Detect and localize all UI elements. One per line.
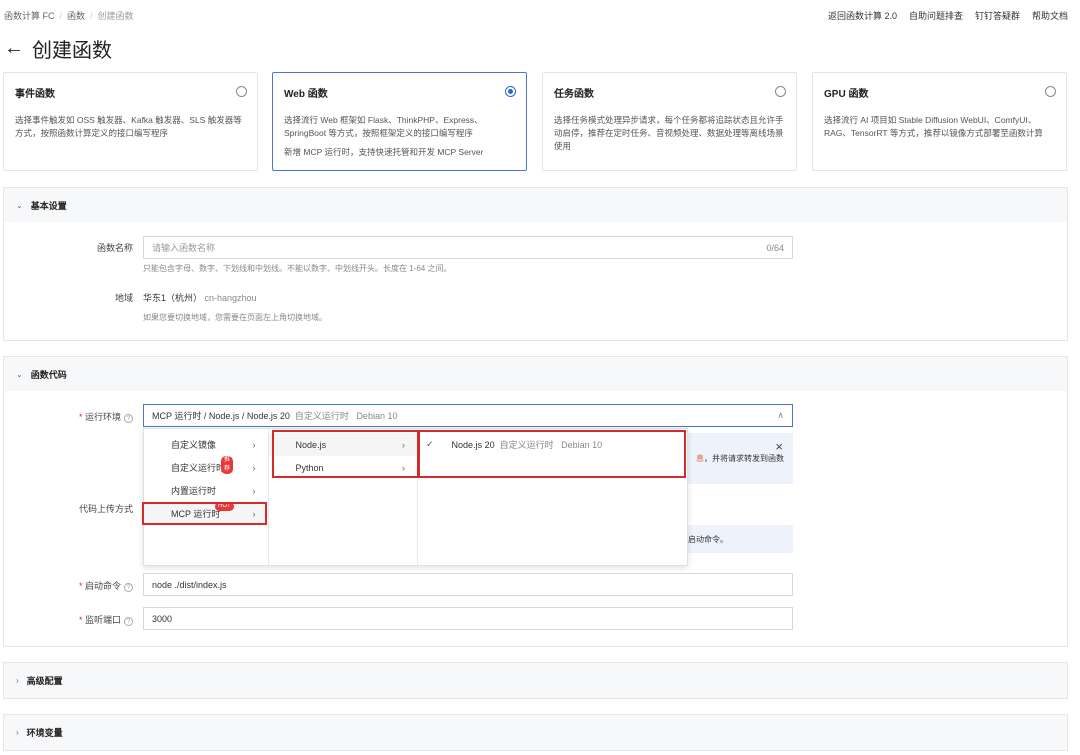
chevron-up-icon: ∧ (777, 410, 784, 420)
help-icon[interactable]: ? (124, 617, 133, 626)
env-vars-panel[interactable]: › 环境变量 (3, 714, 1068, 751)
chevron-right-icon: › (16, 676, 19, 685)
link-dingtalk[interactable]: 钉钉答疑群 (975, 9, 1020, 22)
breadcrumb: 函数计算 FC / 函数 / 创建函数 (4, 11, 134, 21)
highlight-box-version (418, 430, 686, 478)
page-title: 创建函数 (32, 40, 112, 62)
env-vars-header[interactable]: › 环境变量 (4, 715, 1067, 750)
breadcrumb-fc[interactable]: 函数计算 FC (4, 11, 55, 21)
chevron-right-icon: › (16, 728, 19, 737)
advanced-config-header[interactable]: › 高级配置 (4, 663, 1067, 698)
radio-web[interactable] (505, 86, 516, 97)
input-value: 3000 (152, 613, 173, 624)
listen-port-label: * 监听端口? (3, 613, 133, 626)
function-name-input[interactable]: 请输入函数名称 0/64 (143, 236, 793, 259)
listen-port-input[interactable]: 3000 (143, 607, 793, 630)
label-text: 启动命令 (84, 581, 121, 591)
input-value: node ./dist/index.js (152, 579, 227, 590)
card-task-function[interactable]: 任务函数 选择任务模式处理异步请求，每个任务都将追踪状态且允许手动启停，推荐在定… (542, 72, 797, 171)
card-desc: 选择流行 AI 项目如 Stable Diffusion WebUI、Comfy… (824, 115, 1043, 138)
region-help: 如果您要切换地域，您需要在页面左上角切换地域。 (143, 313, 327, 322)
link-troubleshoot[interactable]: 自助问题排查 (909, 9, 963, 22)
item-label-wrap: 自定义运行时 推荐 (171, 456, 234, 474)
radio-event[interactable] (236, 86, 247, 97)
upload-method-label: 代码上传方式 (78, 504, 133, 514)
runtime-tag: 自定义运行时 (294, 411, 349, 421)
link-back-fc2[interactable]: 返回函数计算 2.0 (828, 9, 897, 22)
page-header: ← 创建函数 (4, 34, 112, 63)
card-desc: 选择任务模式处理异步请求，每个任务都将追踪状态且允许手动启停，推荐在定时任务、音… (554, 115, 784, 151)
region-name: 华东1（杭州） (143, 293, 203, 303)
chevron-right-icon: › (252, 439, 256, 450)
runtime-label-text: 运行环境 (84, 412, 121, 422)
card-desc-mcp: 新增 MCP 运行时，支持快速托管和开发 MCP Server (284, 147, 484, 157)
link-help-docs[interactable]: 帮助文档 (1032, 9, 1068, 22)
card-web-function[interactable]: Web 函数 选择流行 Web 框架如 Flask、ThinkPHP、Expre… (272, 72, 527, 171)
item-label: 自定义运行时 (171, 463, 226, 473)
label-text: 监听端口 (84, 615, 121, 625)
runtime-os: Debian 10 (356, 411, 398, 421)
region-code: cn-hangzhou (204, 293, 257, 303)
item-label: 自定义镜像 (171, 440, 217, 450)
menu-item-custom-runtime[interactable]: 自定义运行时 推荐 › (144, 456, 268, 479)
radio-task[interactable] (775, 86, 786, 97)
close-icon[interactable]: × (775, 439, 783, 454)
card-title: Web 函数 (284, 89, 328, 100)
function-name-label: 函数名称 (96, 243, 133, 253)
top-links: 返回函数计算 2.0 自助问题排查 钉钉答疑群 帮助文档 (828, 9, 1068, 22)
chevron-down-icon: ⌄ (16, 200, 23, 210)
alert-text: ，并将请求转发到函数 (704, 454, 784, 463)
card-desc: 选择事件触发如 OSS 触发器、Kafka 触发器、SLS 触发器等方式，按照函… (15, 115, 242, 138)
help-icon[interactable]: ? (124, 414, 133, 423)
runtime-select[interactable]: MCP 运行时 / Node.js / Node.js 20 自定义运行时 De… (143, 404, 793, 427)
basic-settings-header[interactable]: ⌄ 基本设置 (4, 188, 1067, 222)
start-command-input[interactable]: node ./dist/index.js (143, 573, 793, 596)
card-title: GPU 函数 (824, 89, 869, 100)
card-event-function[interactable]: 事件函数 选择事件触发如 OSS 触发器、Kafka 触发器、SLS 触发器等方… (3, 72, 258, 171)
chevron-right-icon: › (252, 485, 256, 496)
card-desc: 选择流行 Web 框架如 Flask、ThinkPHP、Express、Spri… (284, 115, 483, 138)
section-title: 函数代码 (30, 369, 67, 380)
section-title: 基本设置 (30, 200, 67, 211)
char-count: 0/64 (766, 242, 784, 253)
highlight-box-mcp (142, 502, 267, 525)
cascader-col-1: 自定义镜像 › 自定义运行时 推荐 › 内置运行时 › MCP 运行时 HOT › (144, 429, 269, 565)
region-value: 华东1（杭州） cn-hangzhou (143, 291, 257, 304)
advanced-config-panel[interactable]: › 高级配置 (3, 662, 1068, 699)
section-title: 环境变量 (26, 728, 63, 738)
menu-item-custom-image[interactable]: 自定义镜像 › (144, 433, 268, 456)
chevron-down-icon: ⌄ (16, 369, 23, 379)
info-alert-2: 启动命令。 (688, 525, 793, 553)
runtime-selected: MCP 运行时 / Node.js / Node.js 20 自定义运行时 De… (152, 409, 397, 422)
alert-text: 启动命令。 (688, 535, 728, 544)
function-name-help: 只能包含字母、数字、下划线和中划线。不能以数字、中划线开头。长度在 1-64 之… (143, 264, 452, 273)
radio-gpu[interactable] (1045, 86, 1056, 97)
card-title: 事件函数 (15, 89, 55, 100)
runtime-label: * 运行环境? (3, 410, 133, 423)
menu-item-builtin-runtime[interactable]: 内置运行时 › (144, 479, 268, 502)
item-label: 内置运行时 (171, 486, 217, 496)
start-command-label: * 启动命令? (3, 579, 133, 592)
back-arrow-icon[interactable]: ← (4, 37, 24, 60)
help-icon[interactable]: ? (124, 583, 133, 592)
card-title: 任务函数 (554, 89, 594, 100)
breadcrumb-current: 创建函数 (97, 11, 134, 21)
recommend-badge: 推荐 (221, 456, 234, 474)
breadcrumb-functions[interactable]: 函数 (67, 11, 85, 21)
chevron-right-icon: › (252, 462, 256, 473)
highlight-box-language (272, 430, 419, 478)
info-alert: 息，并将请求转发到函数 × (688, 433, 793, 484)
section-title: 高级配置 (26, 676, 63, 686)
alert-highlight: 息 (696, 454, 704, 463)
runtime-path: MCP 运行时 / Node.js / Node.js 20 (152, 411, 290, 421)
card-gpu-function[interactable]: GPU 函数 选择流行 AI 项目如 Stable Diffusion WebU… (812, 72, 1067, 171)
region-label: 地域 (114, 293, 133, 303)
function-name-placeholder: 请输入函数名称 (152, 243, 216, 253)
function-code-header[interactable]: ⌄ 函数代码 (4, 357, 1067, 391)
